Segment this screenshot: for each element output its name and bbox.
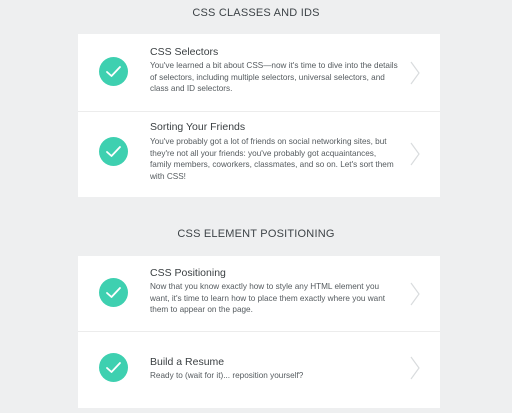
section-title: CSS ELEMENT POSITIONING [177, 228, 335, 240]
lesson-item-css-selectors[interactable]: CSS Selectors You've learned a bit about… [78, 34, 440, 111]
lesson-card: CSS Selectors You've learned a bit about… [78, 34, 440, 197]
lesson-description: You've learned a bit about CSS—now it's … [150, 61, 398, 93]
checkmark-icon [99, 353, 128, 382]
chevron-right-icon [410, 142, 420, 166]
checkmark-icon [99, 57, 128, 86]
lesson-item-css-positioning[interactable]: CSS Positioning Now that you know exactl… [78, 256, 440, 331]
lesson-description: You've probably got a lot of friends on … [150, 137, 394, 181]
lesson-title: CSS Selectors [150, 46, 219, 58]
chevron-right-icon [410, 61, 420, 85]
lesson-card: CSS Positioning Now that you know exactl… [78, 256, 440, 408]
lesson-description: Now that you know exactly how to style a… [150, 282, 386, 314]
lesson-title: Build a Resume [150, 356, 225, 368]
lesson-title: Sorting Your Friends [150, 121, 246, 133]
checkmark-icon [99, 137, 128, 166]
lesson-title: CSS Positioning [150, 267, 226, 279]
chevron-right-icon [410, 282, 420, 306]
lesson-item-sorting-your-friends[interactable]: Sorting Your Friends You've probably got… [78, 112, 440, 197]
chevron-right-icon [410, 356, 420, 380]
course-page: CSS CLASSES AND IDS CSS Selectors You've… [0, 0, 512, 413]
checkmark-icon [99, 278, 128, 307]
section-title: CSS CLASSES AND IDS [192, 7, 320, 19]
lesson-item-build-a-resume[interactable]: Build a Resume Ready to (wait for it)...… [78, 332, 440, 408]
lesson-description: Ready to (wait for it)... reposition you… [150, 371, 304, 380]
